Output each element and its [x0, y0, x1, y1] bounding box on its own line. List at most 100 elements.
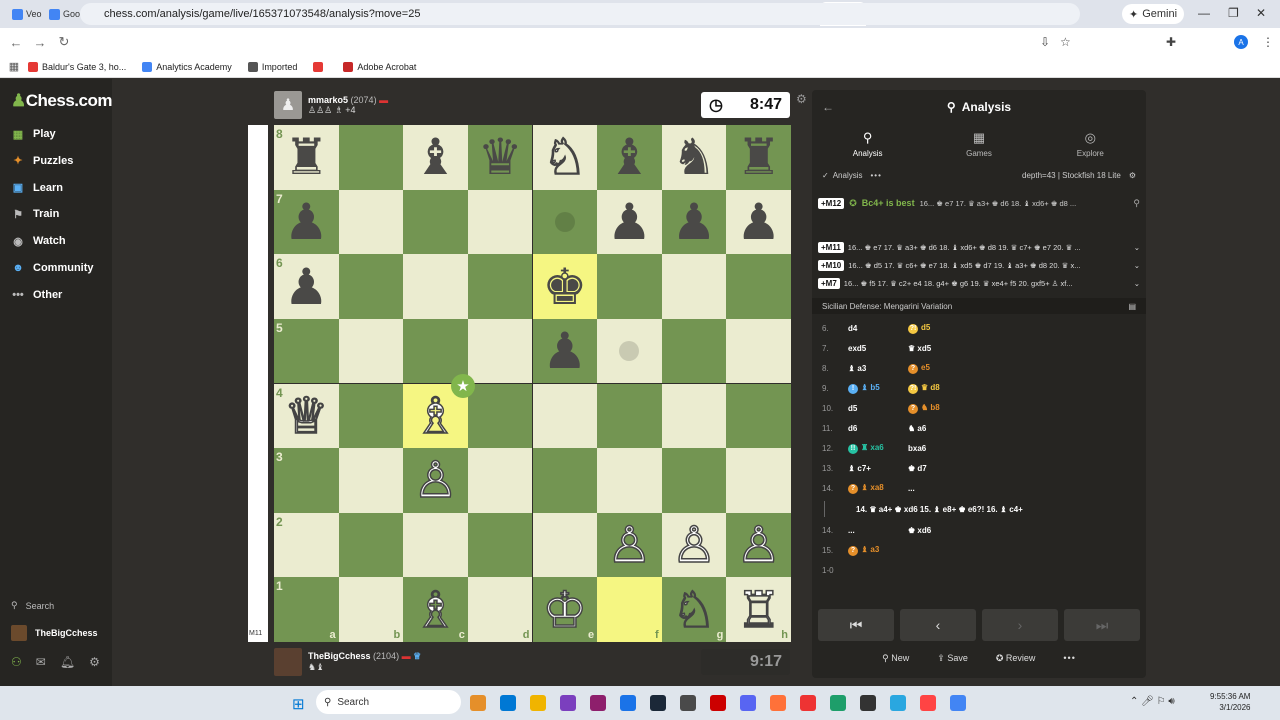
- square-h4[interactable]: [726, 383, 791, 449]
- legal-move-dot[interactable]: [554, 211, 575, 232]
- white-bishop-piece[interactable]: ♗: [403, 577, 468, 642]
- white-move[interactable]: ! ♝ b5: [848, 383, 880, 394]
- square-e2[interactable]: [532, 512, 598, 578]
- taskbar-app-icon[interactable]: [530, 695, 546, 711]
- engine-toggle-icon[interactable]: ✓: [822, 171, 829, 180]
- white-move[interactable]: d6: [848, 424, 857, 433]
- black-move[interactable]: ♚ xd6: [908, 526, 931, 535]
- white-move[interactable]: d4: [848, 324, 857, 333]
- square-b5[interactable]: [338, 318, 404, 384]
- engine-line[interactable]: +M7 16... ♚ f5 17. ♛ c2+ e4 18. g4+ ♚ g6 …: [818, 278, 1140, 289]
- white-move[interactable]: d5: [848, 404, 857, 413]
- taskbar-app-icon[interactable]: [800, 695, 816, 711]
- taskbar-app-icon[interactable]: [590, 695, 606, 711]
- chesscom-logo[interactable]: ♟Chess.com: [11, 91, 112, 111]
- square-h5[interactable]: [726, 318, 791, 384]
- sidebar-item-other[interactable]: ••• Other: [11, 288, 62, 302]
- opening-name[interactable]: Sicilian Defense: Mengarini Variation: [822, 302, 952, 311]
- square-a5[interactable]: 5: [274, 318, 339, 384]
- variation-moves[interactable]: 14. ♛ a4+ ♚ xd6 15. ♝ e8+ ♚ e6?! 16. ♝ c…: [856, 505, 1023, 514]
- square-f3[interactable]: [597, 448, 662, 513]
- white-move[interactable]: ? ♝ xa8: [848, 483, 884, 494]
- square-b2[interactable]: [338, 512, 404, 578]
- square-f4[interactable]: [597, 383, 662, 449]
- sidebar-item-watch[interactable]: ◉ Watch: [11, 234, 65, 248]
- more-actions-icon[interactable]: •••: [1063, 653, 1075, 663]
- player-avatar[interactable]: [274, 648, 302, 676]
- bookmark-item[interactable]: [313, 61, 327, 72]
- book-icon[interactable]: ▤: [1128, 302, 1136, 311]
- browser-tab[interactable]: Goo: [43, 2, 80, 26]
- square-d7[interactable]: [467, 189, 533, 255]
- sidebar-user[interactable]: TheBigCchess: [11, 625, 98, 641]
- taskbar-app-icon[interactable]: [500, 695, 516, 711]
- tab-explore[interactable]: ◎ Explore: [1035, 124, 1146, 164]
- opponent-name[interactable]: mmarko5: [308, 95, 348, 105]
- engine-line[interactable]: +M11 16... ♚ e7 17. ♛ a3+ ♚ d6 18. ♝ xd6+…: [818, 242, 1140, 253]
- engine-settings-icon[interactable]: ⚙: [1129, 171, 1136, 180]
- back-icon[interactable]: ←: [4, 35, 28, 50]
- square-a1[interactable]: 1a: [274, 577, 339, 642]
- square-e3[interactable]: [532, 448, 598, 513]
- bell-icon[interactable]: 🔔︎: [60, 655, 75, 669]
- last-move-button[interactable]: ⏭: [1064, 609, 1140, 641]
- black-move[interactable]: ♚ d7: [908, 464, 927, 473]
- square-c7[interactable]: [403, 189, 468, 255]
- square-d6[interactable]: [467, 254, 533, 319]
- black-knight-piece[interactable]: ♞: [662, 125, 727, 190]
- apps-icon[interactable]: ▦: [0, 60, 28, 73]
- square-a2[interactable]: 2: [274, 512, 339, 578]
- taskbar-app-icon[interactable]: [830, 695, 846, 711]
- chess-board[interactable]: 8 7 6 5 4 3 2 1 a b c d e f g h ♜ ♝ ♛ ♘ ♝ ♞ ♜ ♟ ♟ ♟ ♟ ♟ ♚ ♟ ♕ ♗ ♙ ♙ ♙ ♙ ♗ ♔ ♘ ♖: [274, 125, 791, 642]
- best-move-row[interactable]: +M12 ✪ Bc4+ is best 16... ♚ e7 17. ♛ a3+…: [818, 195, 1140, 211]
- black-rook-piece[interactable]: ♜: [726, 125, 791, 190]
- white-knight-piece[interactable]: ♘: [662, 577, 727, 642]
- gemini-button[interactable]: ✦ Gemini: [1122, 4, 1184, 24]
- square-h6[interactable]: [726, 254, 791, 319]
- square-d2[interactable]: [467, 512, 533, 578]
- taskbar-app-icon[interactable]: [650, 695, 666, 711]
- black-pawn-piece[interactable]: ♟: [662, 190, 727, 255]
- square-d1[interactable]: d: [467, 577, 533, 642]
- square-f6[interactable]: [597, 254, 662, 319]
- white-pawn-piece[interactable]: ♙: [597, 513, 662, 578]
- white-queen-piece[interactable]: ♕: [274, 384, 339, 449]
- review-button[interactable]: ✪ Review: [996, 653, 1036, 664]
- first-move-button[interactable]: ⏮: [818, 609, 894, 641]
- settings-gear-icon[interactable]: ⚙: [89, 655, 100, 669]
- sidebar-item-train[interactable]: ⚑ Train: [11, 207, 59, 221]
- new-button[interactable]: ⚲ New: [882, 653, 909, 664]
- tab-games[interactable]: ▦ Games: [923, 124, 1034, 164]
- forward-icon[interactable]: →: [28, 35, 52, 50]
- white-move[interactable]: ? ♝ a3: [848, 545, 879, 556]
- square-b6[interactable]: [338, 254, 404, 319]
- sidebar-item-puzzles[interactable]: ✦ Puzzles: [11, 154, 73, 168]
- black-move[interactable]: ?! d5: [908, 323, 930, 334]
- square-e4[interactable]: [532, 383, 598, 449]
- white-pawn-piece[interactable]: ♙: [403, 448, 468, 513]
- mail-icon[interactable]: ✉: [36, 655, 46, 669]
- square-d5[interactable]: [467, 318, 533, 384]
- square-b1[interactable]: b: [338, 577, 404, 642]
- expand-line-icon[interactable]: ⌄: [1134, 243, 1140, 252]
- system-tray[interactable]: ⌃ 🎤︎ ⚐ 🔊︎: [1130, 696, 1175, 707]
- sidebar-item-play[interactable]: ▦ Play: [11, 127, 56, 141]
- bookmark-item[interactable]: Imported: [247, 61, 297, 72]
- next-move-button[interactable]: ›: [982, 609, 1058, 641]
- extensions-icon[interactable]: ✚: [1166, 35, 1176, 49]
- taskbar-app-icon[interactable]: [710, 695, 726, 711]
- black-king-piece[interactable]: ♚: [533, 254, 598, 319]
- taskbar-app-icon[interactable]: [770, 695, 786, 711]
- black-pawn-piece[interactable]: ♟: [726, 190, 791, 255]
- black-queen-piece[interactable]: ♛: [468, 125, 533, 190]
- square-b4[interactable]: [338, 383, 404, 449]
- previous-move-button[interactable]: ‹: [900, 609, 976, 641]
- taskbar-app-icon[interactable]: [920, 695, 936, 711]
- black-rook-piece[interactable]: ♜: [274, 125, 339, 190]
- taskbar-app-icon[interactable]: [620, 695, 636, 711]
- white-move[interactable]: ♝ a3: [848, 364, 866, 373]
- close-window-icon[interactable]: ✕: [1256, 6, 1266, 20]
- square-c6[interactable]: [403, 254, 468, 319]
- black-bishop-piece[interactable]: ♝: [403, 125, 468, 190]
- black-pawn-piece[interactable]: ♟: [274, 190, 339, 255]
